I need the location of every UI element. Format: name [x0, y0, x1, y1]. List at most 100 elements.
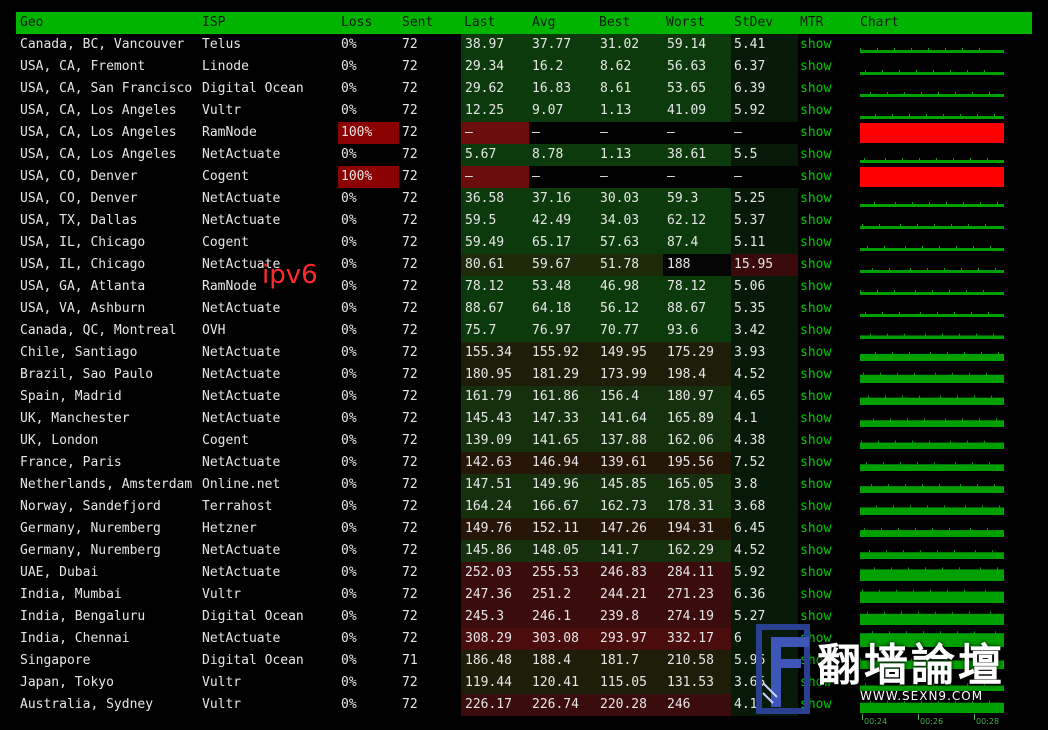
- mtr-show-link[interactable]: show: [800, 210, 850, 232]
- cell-best: 8.61: [597, 78, 663, 100]
- column-avg[interactable]: Avg: [532, 15, 555, 30]
- column-chart[interactable]: Chart: [860, 15, 899, 30]
- cell-worst: 165.05: [663, 474, 731, 496]
- latency-spike: [944, 505, 945, 508]
- cell-isp: NetActuate: [202, 191, 281, 206]
- latency-spike: [917, 462, 918, 465]
- latency-spike: [927, 505, 928, 508]
- mtr-show-link[interactable]: show: [800, 408, 850, 430]
- mtr-show-link[interactable]: show: [800, 122, 850, 144]
- latency-spike: [864, 528, 865, 531]
- cell-geo: USA, CA, San Francisco: [20, 81, 193, 96]
- latency-spike: [987, 528, 988, 531]
- mtr-show-link[interactable]: show: [800, 254, 850, 276]
- cell-worst: 165.89: [663, 408, 731, 430]
- mtr-show-link[interactable]: show: [800, 188, 850, 210]
- latency-spike: [979, 418, 980, 421]
- cell-avg: 303.08: [529, 628, 597, 650]
- column-isp[interactable]: ISP: [202, 15, 225, 30]
- mtr-show-link[interactable]: show: [800, 562, 850, 584]
- mtr-show-link[interactable]: show: [800, 518, 850, 540]
- cell-isp: Terrahost: [202, 499, 273, 514]
- mtr-show-link[interactable]: show: [800, 430, 850, 452]
- cell-isp: Cogent: [202, 433, 249, 448]
- table-row: USA, CA, Fremont Linode 0% 72 29.34 16.2 8.62 5…: [0, 56, 1048, 78]
- mtr-show-link[interactable]: show: [800, 496, 850, 518]
- cell-isp: NetActuate: [202, 543, 281, 558]
- mtr-show-link[interactable]: show: [800, 452, 850, 474]
- sparkline-graphic: [860, 484, 1004, 493]
- mtr-show-link[interactable]: show: [800, 386, 850, 408]
- mtr-show-link[interactable]: show: [800, 78, 850, 100]
- latency-spike: [907, 418, 908, 421]
- latency-sparkline: [860, 496, 1004, 518]
- sparkline-graphic: [860, 70, 1004, 75]
- column-sent[interactable]: Sent: [402, 15, 433, 30]
- cell-worst: 332.17: [663, 628, 731, 650]
- table-row: Brazil, Sao Paulo NetActuate 0% 72 180.95 181…: [0, 364, 1048, 386]
- latency-spike: [964, 351, 965, 354]
- mtr-show-link[interactable]: show: [800, 540, 850, 562]
- latency-spike: [866, 462, 867, 465]
- cell-avg: 59.67: [529, 254, 597, 276]
- latency-spike: [961, 268, 962, 270]
- mtr-show-link[interactable]: show: [800, 56, 850, 78]
- latency-spike: [893, 505, 894, 508]
- latency-spike: [954, 550, 955, 553]
- latency-spike: [920, 550, 921, 553]
- mtr-show-link[interactable]: show: [800, 232, 850, 254]
- column-geo[interactable]: Geo: [20, 15, 43, 30]
- latency-spike: [867, 611, 868, 614]
- cell-geo: USA, CA, Fremont: [20, 59, 146, 74]
- column-best[interactable]: Best: [599, 15, 630, 30]
- latency-spike: [919, 395, 920, 398]
- cell-worst: 41.09: [663, 100, 731, 122]
- cell-geo: Brazil, Sao Paulo: [20, 367, 154, 382]
- column-loss[interactable]: Loss: [341, 15, 372, 30]
- cell-avg: 53.48: [529, 276, 597, 298]
- mtr-show-link[interactable]: show: [800, 34, 850, 56]
- latency-spike: [990, 246, 991, 248]
- mtr-show-link[interactable]: show: [800, 100, 850, 122]
- cell-geo: USA, IL, Chicago: [20, 257, 146, 272]
- column-stdev[interactable]: StDev: [734, 15, 773, 30]
- latency-spike: [998, 351, 999, 354]
- cell-worst: 59.14: [663, 34, 731, 56]
- cell-geo: UK, London: [20, 433, 99, 448]
- table-row: Spain, Madrid NetActuate 0% 72 161.79 161.86 1…: [0, 386, 1048, 408]
- latency-spike: [899, 312, 900, 314]
- latency-spike: [949, 528, 950, 531]
- mtr-show-link[interactable]: show: [800, 364, 850, 386]
- column-worst[interactable]: Worst: [666, 15, 705, 30]
- mtr-show-link[interactable]: show: [800, 342, 850, 364]
- cell-worst: 56.63: [663, 56, 731, 78]
- cell-stdev: 6.36: [731, 584, 798, 606]
- sparkline-graphic: [860, 418, 1004, 427]
- mtr-show-link[interactable]: show: [800, 298, 850, 320]
- cell-avg: 188.4: [529, 650, 597, 672]
- cell-last: 78.12: [461, 276, 529, 298]
- latency-spike: [897, 372, 898, 375]
- mtr-show-link[interactable]: show: [800, 276, 850, 298]
- cell-sent: 72: [402, 147, 418, 162]
- mtr-show-link[interactable]: show: [800, 584, 850, 606]
- mtr-show-link[interactable]: show: [800, 320, 850, 342]
- cell-last: 80.61: [461, 254, 529, 276]
- sparkline-graphic: [860, 114, 1004, 119]
- latency-spike: [885, 395, 886, 398]
- latency-spike: [877, 48, 878, 50]
- latency-spike: [947, 351, 948, 354]
- mtr-show-link[interactable]: show: [800, 166, 850, 188]
- mtr-show-link[interactable]: show: [800, 474, 850, 496]
- cell-stdev: 4.52: [731, 364, 798, 386]
- latency-spike: [892, 114, 893, 116]
- column-mtr[interactable]: MTR: [800, 15, 823, 30]
- mtr-show-link[interactable]: show: [800, 144, 850, 166]
- column-last[interactable]: Last: [464, 15, 495, 30]
- latency-sparkline: [860, 254, 1004, 276]
- latency-spike: [977, 484, 978, 487]
- latency-spike: [967, 440, 968, 443]
- cell-avg: 8.78: [529, 144, 597, 166]
- cell-last: 29.34: [461, 56, 529, 78]
- latency-spike: [939, 246, 940, 248]
